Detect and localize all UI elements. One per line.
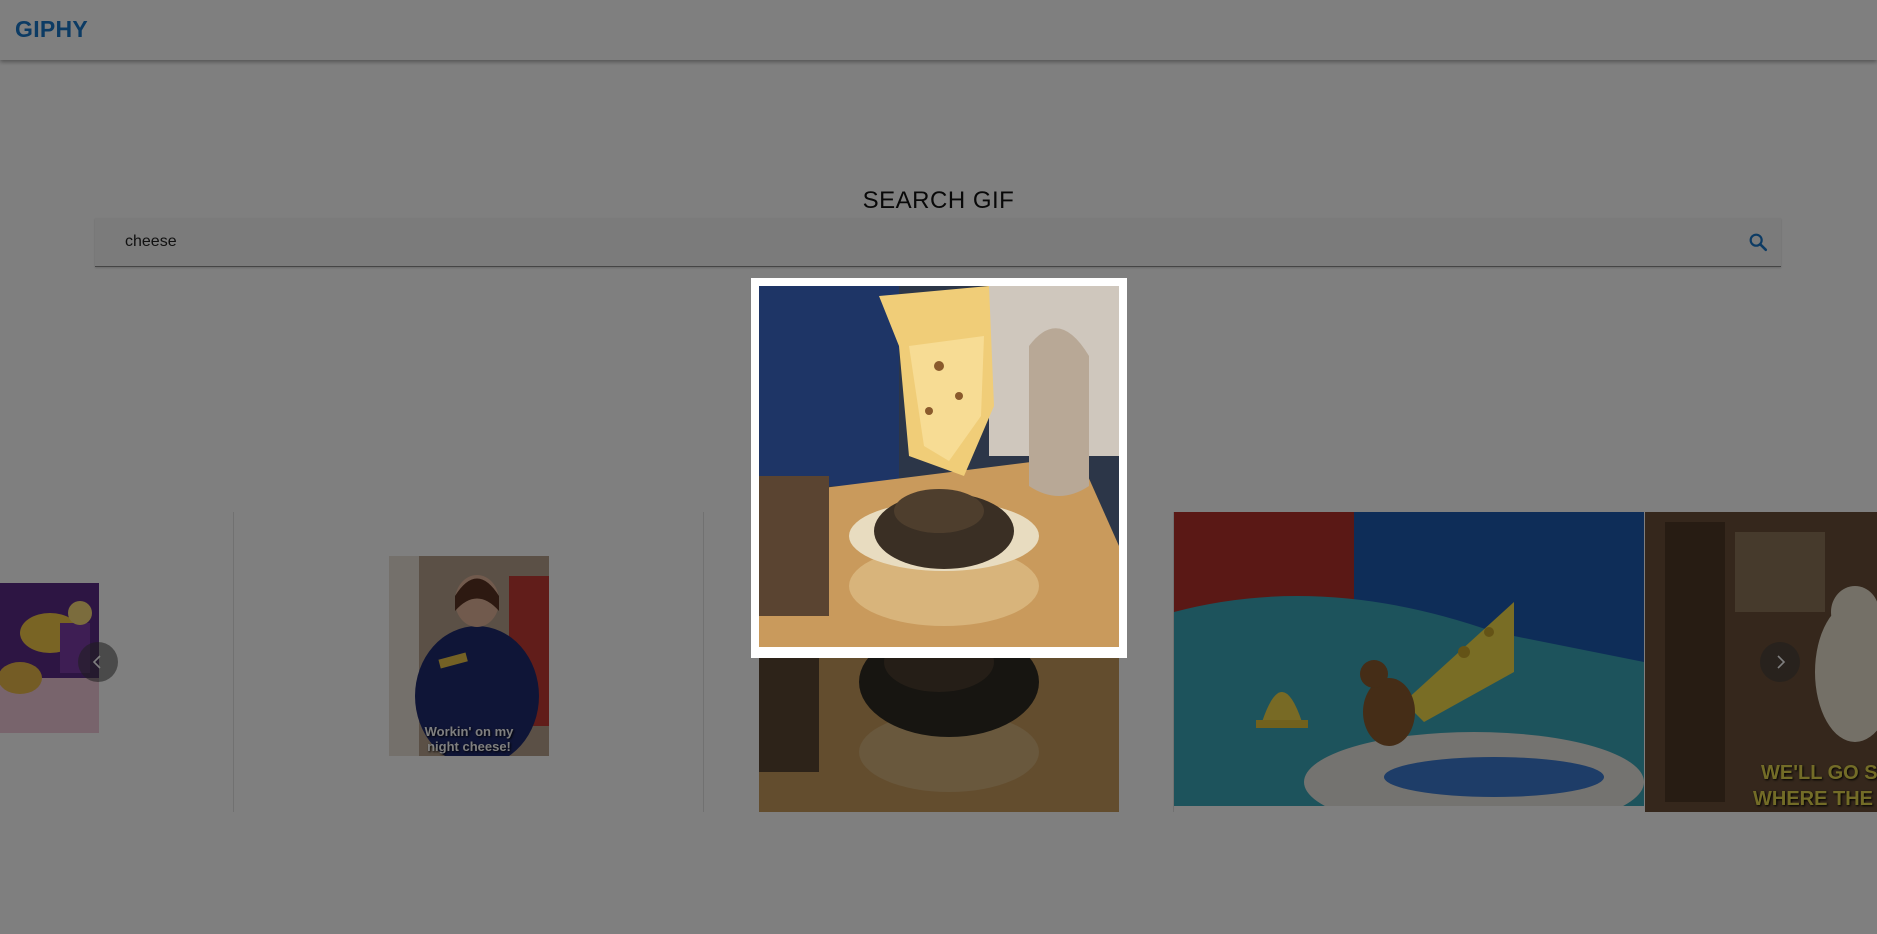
gif-preview-image[interactable] <box>759 286 1119 647</box>
gif-preview-modal <box>751 278 1127 658</box>
